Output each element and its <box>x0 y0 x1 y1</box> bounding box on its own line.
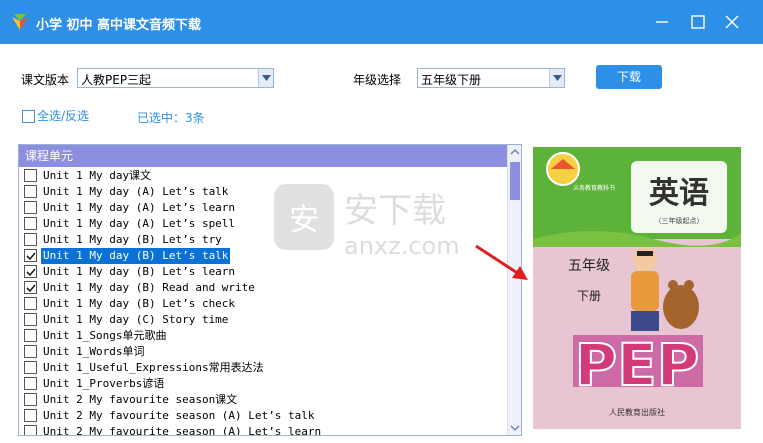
cover-grade: 五年级 <box>568 258 610 274</box>
list-item-checkbox[interactable] <box>24 217 37 230</box>
title-bar: 小学 初中 高中课文音频下载 <box>0 0 763 44</box>
list-item-checkbox[interactable] <box>24 409 37 422</box>
list-item-label: Unit 1 My day课文 <box>43 169 152 182</box>
list-item-label: Unit 1_Songs单元歌曲 <box>43 329 167 342</box>
list-item-checkbox[interactable] <box>24 201 37 214</box>
list-item-label: Unit 2 My favourite season (A) Let’s tal… <box>43 409 315 422</box>
list-item-label: Unit 1 My day (B) Let’s talk <box>41 248 231 264</box>
list-item[interactable]: Unit 1 My day (A) Let’s spell <box>19 216 507 232</box>
list-item-checkbox[interactable] <box>24 297 37 310</box>
unit-list-rows: Unit 1 My day课文 Unit 1 My day (A) Let’s t… <box>19 168 507 436</box>
list-item-checkbox[interactable] <box>24 281 37 294</box>
list-item[interactable]: Unit 1_Proverbs谚语 <box>19 376 507 392</box>
red-arrow-annotation <box>475 244 528 280</box>
list-item-label: Unit 2 My favourite season课文 <box>43 393 238 406</box>
select-all-toggle[interactable]: 全选/反选 <box>22 107 89 124</box>
maximize-icon[interactable] <box>688 12 708 32</box>
cover-badge: 义务教育教科书 <box>573 184 615 192</box>
list-item-label: Unit 1 My day (A) Let’s talk <box>43 185 229 198</box>
list-item[interactable]: Unit 1 My day (B) Let’s check <box>19 296 507 312</box>
list-item-checkbox[interactable] <box>24 425 37 435</box>
list-item-checkbox[interactable] <box>24 361 37 374</box>
grade-label: 年级选择 <box>353 73 402 87</box>
checkmark-icon <box>26 268 36 277</box>
list-item-checkbox[interactable] <box>24 233 37 246</box>
minimize-icon[interactable] <box>652 12 672 32</box>
list-item-label: Unit 1_Proverbs谚语 <box>43 377 165 390</box>
select-all-checkbox[interactable] <box>22 110 35 123</box>
list-item[interactable]: Unit 1 My day (B) Let’s talk <box>19 248 507 264</box>
close-icon[interactable] <box>722 12 742 32</box>
list-item-checkbox[interactable] <box>24 185 37 198</box>
select-all-label: 全选/反选 <box>37 109 90 123</box>
checkmark-icon <box>26 284 36 293</box>
list-item-label: Unit 1_Words单词 <box>43 345 145 358</box>
list-item-checkbox[interactable] <box>24 169 37 182</box>
checkmark-icon <box>26 252 36 261</box>
list-item[interactable]: Unit 1 My day (B) Read and write <box>19 280 507 296</box>
list-item-label: Unit 2 My favourite season (A) Let’s lea… <box>43 425 322 436</box>
list-item[interactable]: Unit 1 My day (B) Let’s try <box>19 232 507 248</box>
grade-dropdown-button[interactable] <box>549 69 564 87</box>
list-item[interactable]: Unit 1 My day (A) Let’s talk <box>19 184 507 200</box>
cover-subtitle: （三年级起点） <box>655 216 704 225</box>
list-item-label: Unit 1 My day (B) Let’s check <box>43 297 236 310</box>
edition-label: 课文版本 <box>21 73 70 87</box>
list-item[interactable]: Unit 1 My day课文 <box>19 168 507 184</box>
grade-select-value: 五年级下册 <box>421 73 482 87</box>
list-item-checkbox[interactable] <box>24 313 37 326</box>
list-item-label: Unit 1 My day (A) Let’s learn <box>43 201 236 214</box>
list-item-checkbox[interactable] <box>24 329 37 342</box>
scroll-thumb[interactable] <box>510 162 520 200</box>
list-item[interactable]: Unit 1_Songs单元歌曲 <box>19 328 507 344</box>
textbook-cover-image: 义务教育教科书 英语 （三年级起点） 五年级 下册 PEP 人民教育出版社 <box>533 147 741 429</box>
cover-publisher: 人民教育出版社 <box>609 407 665 417</box>
scroll-up-icon[interactable] <box>508 145 522 159</box>
window-title: 小学 初中 高中课文音频下载 <box>36 18 202 33</box>
list-item[interactable]: Unit 2 My favourite season (A) Let’s lea… <box>19 424 507 436</box>
cover-series: PEP <box>575 331 700 399</box>
list-item[interactable]: Unit 1 My day (A) Let’s learn <box>19 200 507 216</box>
download-button[interactable]: 下载 <box>596 65 662 89</box>
list-item-checkbox[interactable] <box>24 249 37 262</box>
cover-subject: 英语 <box>649 176 709 211</box>
cover-term: 下册 <box>577 289 601 303</box>
list-item-label: Unit 1 My day (B) Read and write <box>43 281 255 294</box>
list-item[interactable]: Unit 1 My day (B) Let’s learn <box>19 264 507 280</box>
list-item-checkbox[interactable] <box>24 265 37 278</box>
list-item[interactable]: Unit 1_Words单词 <box>19 344 507 360</box>
scroll-down-icon[interactable] <box>508 421 522 435</box>
edition-select[interactable]: 人教PEP三起 <box>77 68 274 88</box>
list-item-checkbox[interactable] <box>24 393 37 406</box>
edition-dropdown-button[interactable] <box>258 69 273 87</box>
list-item[interactable]: Unit 2 My favourite season课文 <box>19 392 507 408</box>
list-item-label: Unit 1 My day (C) Story time <box>43 313 229 326</box>
list-item-checkbox[interactable] <box>24 377 37 390</box>
grade-select[interactable]: 五年级下册 <box>417 68 565 88</box>
list-item[interactable]: Unit 2 My favourite season (A) Let’s tal… <box>19 408 507 424</box>
list-header: 课程单元 <box>19 145 507 167</box>
list-item-label: Unit 1 My day (B) Let’s learn <box>43 265 236 278</box>
list-item[interactable]: Unit 1_Useful_Expressions常用表达法 <box>19 360 507 376</box>
unit-list[interactable]: 课程单元 Unit 1 My day课文 Unit 1 My day (A) Le… <box>18 144 522 436</box>
edition-select-value: 人教PEP三起 <box>81 73 152 87</box>
app-logo-icon <box>12 14 28 30</box>
list-item[interactable]: Unit 1 My day (C) Story time <box>19 312 507 328</box>
list-item-label: Unit 1 My day (B) Let’s try <box>43 233 222 246</box>
list-scrollbar[interactable] <box>507 145 521 435</box>
list-item-checkbox[interactable] <box>24 345 37 358</box>
list-item-label: Unit 1_Useful_Expressions常用表达法 <box>43 361 264 374</box>
selected-count: 已选中：3条 <box>137 111 205 125</box>
list-item-label: Unit 1 My day (A) Let’s spell <box>43 217 236 230</box>
chevron-down-icon <box>262 75 271 81</box>
chevron-down-icon <box>553 75 562 81</box>
